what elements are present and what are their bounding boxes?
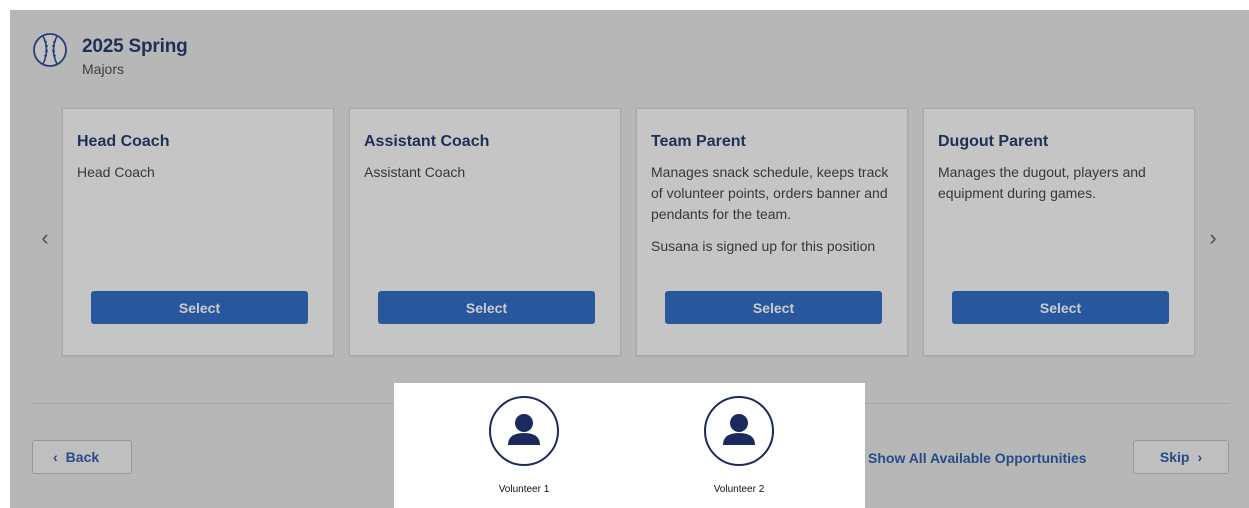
card-description: Head Coach: [77, 164, 155, 180]
person-icon: [489, 396, 559, 466]
chevron-right-icon[interactable]: ›: [1202, 223, 1224, 253]
select-button[interactable]: Select: [378, 291, 595, 324]
volunteer-option-2[interactable]: Volunteer 2: [679, 395, 799, 495]
volunteer-label: Volunteer 2: [713, 484, 765, 495]
card-title: Team Parent: [651, 133, 746, 150]
back-button[interactable]: ‹ Back: [32, 440, 132, 474]
baseball-icon: [33, 33, 67, 67]
volunteer-option-1[interactable]: Volunteer 1: [464, 395, 584, 495]
skip-label: Skip: [1159, 449, 1190, 465]
card-description: Assistant Coach: [364, 164, 466, 180]
person-icon: [704, 396, 774, 466]
back-label: Back: [65, 449, 100, 465]
chevron-left-icon: ‹: [53, 449, 58, 465]
season-title: 2025 Spring: [82, 36, 188, 57]
position-card-dugout-parent: Dugout Parent Manages the dugout, player…: [923, 108, 1195, 356]
volunteer-picker-popup: Volunteer 1 Volunteer 2: [394, 383, 865, 508]
card-description: Manages snack schedule, keeps track of v…: [651, 164, 889, 222]
position-card-head-coach: Head Coach Head Coach Select: [62, 108, 334, 356]
position-card-team-parent: Team Parent Manages snack schedule, keep…: [636, 108, 908, 356]
signup-note: Susana is signed up for this position: [651, 238, 876, 254]
season-header: 2025 Spring Majors: [32, 32, 188, 77]
card-title: Head Coach: [77, 133, 170, 150]
card-description: Manages the dugout, players and equipmen…: [938, 164, 1146, 201]
card-title: Dugout Parent: [938, 133, 1049, 150]
position-card-assistant-coach: Assistant Coach Assistant Coach Select: [349, 108, 621, 356]
volunteer-label: Volunteer 1: [498, 484, 550, 495]
skip-button[interactable]: Skip ›: [1133, 440, 1229, 474]
chevron-right-icon: ›: [1197, 449, 1203, 465]
select-button[interactable]: Select: [665, 291, 882, 324]
chevron-left-icon[interactable]: ‹: [34, 223, 56, 253]
select-button[interactable]: Select: [952, 291, 1169, 324]
season-text: 2025 Spring Majors: [82, 32, 188, 77]
show-all-opportunities-link[interactable]: Show All Available Opportunities: [868, 450, 1087, 466]
season-division: Majors: [82, 61, 125, 77]
card-title: Assistant Coach: [364, 133, 490, 150]
select-button[interactable]: Select: [91, 291, 308, 324]
